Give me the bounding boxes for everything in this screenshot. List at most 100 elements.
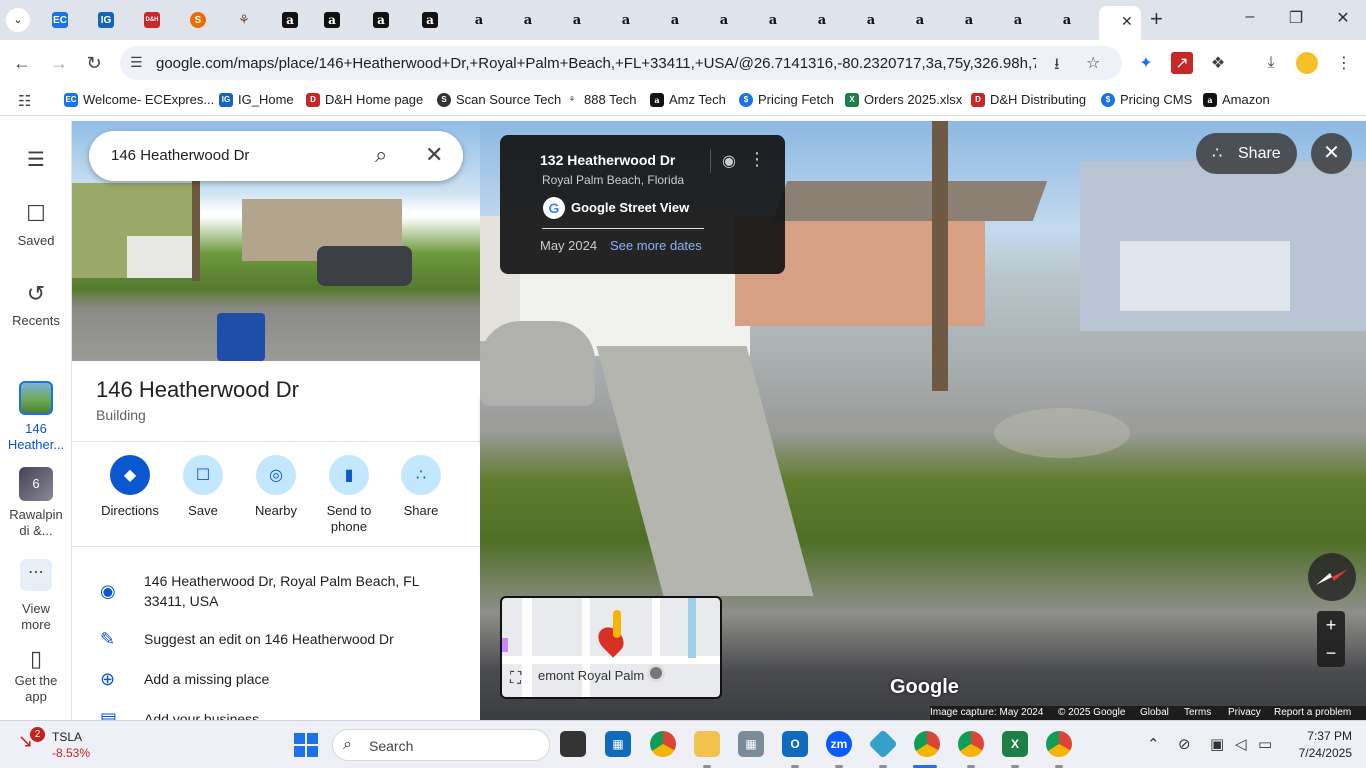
rail-recents[interactable]: ↺ Recents	[0, 281, 72, 328]
tab-amazon[interactable]: a	[957, 8, 981, 32]
chrome-icon[interactable]	[650, 731, 676, 757]
bookmark-item[interactable]: D D&H Distributing	[971, 92, 1086, 107]
bookmark-item[interactable]: $ Pricing Fetch	[739, 92, 834, 107]
bookmark-star-icon[interactable]: ☆	[1086, 53, 1100, 73]
minimize-window-button[interactable]: –	[1236, 8, 1264, 26]
close-tab-icon[interactable]: ✕	[1121, 13, 1133, 30]
display-icon[interactable]: ▣	[1210, 735, 1224, 753]
directions-button[interactable]: ◆ Directions	[94, 455, 166, 519]
chrome-profile-icon[interactable]	[1046, 731, 1072, 757]
close-window-button[interactable]: ✕	[1329, 8, 1357, 28]
tab-amazon[interactable]: a	[663, 8, 687, 32]
reload-button[interactable]: ↻	[82, 51, 106, 75]
taskbar-search[interactable]: ⌕ Search	[332, 729, 550, 761]
task-view-icon[interactable]	[560, 731, 586, 757]
more-vert-icon[interactable]: ⋮	[748, 149, 766, 170]
rail-get-app[interactable]: ▯ Get the app	[0, 648, 72, 705]
tab-amazon[interactable]: a	[320, 8, 344, 32]
tab-ig[interactable]: IG	[94, 8, 118, 32]
share-button[interactable]: ∴ Share	[385, 455, 457, 519]
close-icon[interactable]: ✕	[425, 142, 443, 168]
site-info-icon[interactable]: ☰	[130, 54, 143, 71]
search-input[interactable]: 146 Heatherwood Dr	[111, 147, 249, 164]
tab-amazon[interactable]: a	[810, 8, 834, 32]
save-button[interactable]: ☐ Save	[167, 455, 239, 519]
bookmark-item[interactable]: D D&H Home page	[306, 92, 423, 107]
search-icon[interactable]: ⌕	[375, 142, 387, 168]
profile-avatar[interactable]	[1296, 52, 1318, 74]
tab-amazon[interactable]: a	[1006, 8, 1030, 32]
extension-icon[interactable]: ✦	[1135, 52, 1157, 74]
tab-amazon[interactable]: a	[369, 8, 393, 32]
zoom-in-button[interactable]: +	[1317, 611, 1345, 639]
global-link[interactable]: Global	[1140, 707, 1169, 718]
pdf-extension-icon[interactable]: ↗	[1171, 52, 1193, 74]
file-explorer-icon[interactable]	[694, 731, 720, 757]
tab-dh[interactable]: D&H	[140, 8, 164, 32]
street-view-minimap[interactable]: emont Royal Palm ⛶	[500, 596, 722, 699]
bookmark-item[interactable]: a Amz Tech	[650, 92, 726, 107]
pegman-icon[interactable]	[613, 610, 621, 638]
rail-recent-place[interactable]: 146 Heather...	[0, 381, 72, 453]
tab-amazon[interactable]: a	[614, 8, 638, 32]
terms-link[interactable]: Terms	[1184, 707, 1211, 718]
new-tab-button[interactable]: +	[1150, 6, 1163, 32]
chrome-profile-icon[interactable]	[914, 731, 940, 757]
extensions-puzzle-icon[interactable]: ❖	[1207, 52, 1229, 74]
address-bar[interactable]: ☰ google.com/maps/place/146+Heatherwood+…	[120, 46, 1122, 80]
rail-recent-place[interactable]: 6 Rawalpin di &...	[0, 467, 72, 539]
volume-muted-icon[interactable]: ◁	[1235, 735, 1247, 753]
report-problem-link[interactable]: Report a problem	[1274, 707, 1351, 718]
rail-view-more[interactable]: ⋯ View more	[0, 559, 72, 633]
zoom-icon[interactable]: zm	[826, 731, 852, 757]
maximize-window-button[interactable]: ❐	[1282, 8, 1310, 28]
tab-amazon[interactable]: a	[278, 8, 302, 32]
outlook-icon[interactable]: O	[782, 731, 808, 757]
calculator-icon[interactable]: ▦	[738, 731, 764, 757]
microsoft-store-icon[interactable]: ▦	[605, 731, 631, 757]
tab-amazon[interactable]: a	[418, 8, 442, 32]
street-view-share-button[interactable]: ∴ Share	[1196, 133, 1297, 174]
poi-marker-icon[interactable]	[647, 664, 665, 682]
bookmark-item[interactable]: ⚘ 888 Tech	[565, 92, 636, 107]
bookmark-item[interactable]: X Orders 2025.xlsx	[845, 92, 962, 107]
bookmark-item[interactable]: IG IG_Home	[219, 92, 294, 107]
app-diamond-icon[interactable]	[868, 729, 898, 759]
url-text[interactable]: google.com/maps/place/146+Heatherwood+Dr…	[156, 55, 1036, 72]
see-more-dates-link[interactable]: See more dates	[610, 238, 702, 253]
tab-amazon[interactable]: a	[859, 8, 883, 32]
location-pin-icon[interactable]: ◉	[722, 151, 736, 171]
tab-888tech[interactable]: ⚘	[232, 8, 256, 32]
apps-grid-icon[interactable]: ☷	[18, 92, 31, 110]
tab-search-dropdown-icon[interactable]: ⌄	[6, 8, 30, 32]
browser-menu-icon[interactable]: ⋮	[1333, 52, 1355, 74]
tab-amazon[interactable]: a	[908, 8, 932, 32]
rail-saved[interactable]: ☐ Saved	[0, 201, 72, 248]
battery-icon[interactable]: ▭	[1258, 735, 1272, 753]
search-box[interactable]: 146 Heatherwood Dr ⌕ ✕	[89, 131, 463, 181]
privacy-link[interactable]: Privacy	[1228, 707, 1261, 718]
tab-amazon[interactable]: a	[565, 8, 589, 32]
zoom-out-button[interactable]: −	[1317, 639, 1345, 667]
tab-amazon[interactable]: a	[761, 8, 785, 32]
close-street-view-button[interactable]: ✕	[1311, 133, 1352, 174]
forward-button[interactable]: →	[47, 51, 71, 75]
expand-icon[interactable]: ⛶	[510, 670, 521, 688]
clock-time[interactable]: 7:37 PM	[1292, 729, 1352, 743]
tab-ecexpress[interactable]: EC	[48, 8, 72, 32]
bookmark-item[interactable]: a Amazon	[1203, 92, 1270, 107]
tab-google-maps-active[interactable]: ✕	[1099, 6, 1141, 40]
bookmark-item[interactable]: S Scan Source Tech	[437, 92, 561, 107]
tab-amazon[interactable]: a	[712, 8, 736, 32]
back-button[interactable]: ←	[10, 51, 34, 75]
windows-start-icon[interactable]	[294, 733, 318, 757]
chrome-profile-icon[interactable]	[958, 731, 984, 757]
tab-amazon[interactable]: a	[467, 8, 491, 32]
downloads-icon[interactable]: ⤓	[1260, 52, 1282, 74]
clock-date[interactable]: 7/24/2025	[1286, 746, 1352, 760]
stock-ticker[interactable]: TSLA	[52, 730, 82, 744]
excel-icon[interactable]: X	[1002, 731, 1028, 757]
install-app-icon[interactable]: ⭳	[1054, 53, 1060, 80]
tab-amazon[interactable]: a	[1055, 8, 1079, 32]
tab-amazon[interactable]: a	[516, 8, 540, 32]
